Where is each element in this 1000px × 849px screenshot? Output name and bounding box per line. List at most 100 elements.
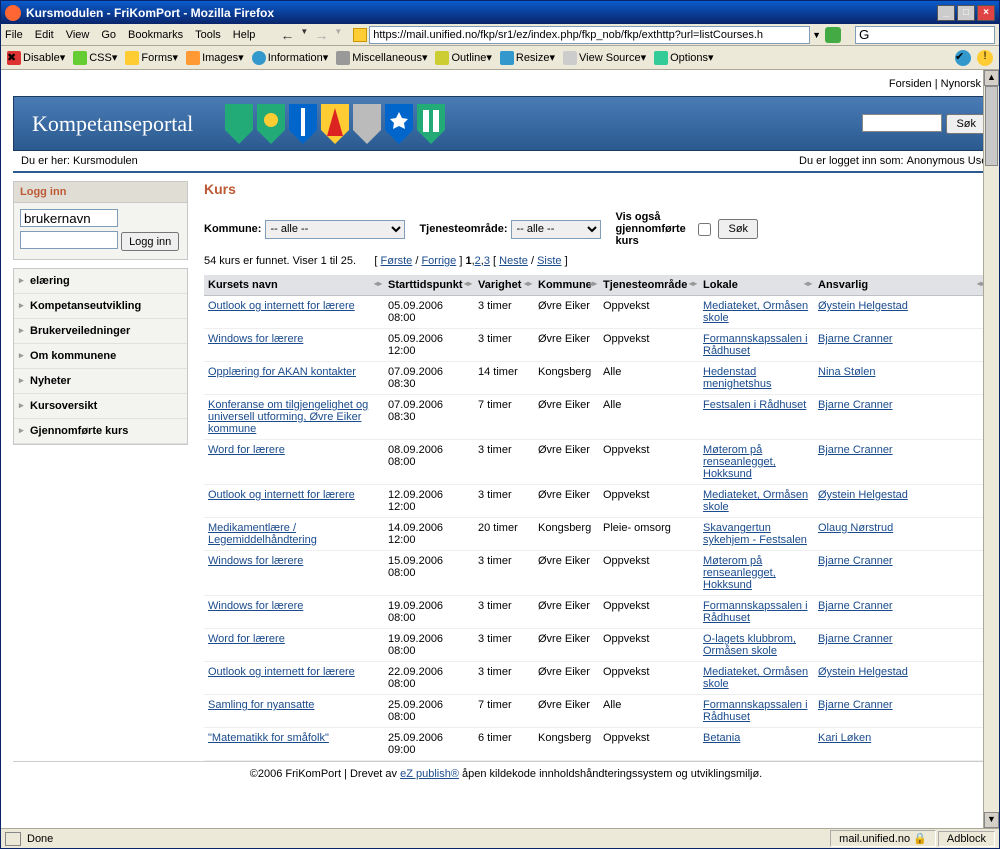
status-adblock[interactable]: Adblock bbox=[938, 831, 995, 847]
locale-link[interactable]: Formannskapssalen i Rådhuset bbox=[703, 600, 808, 624]
course-link[interactable]: Outlook og internett for lærere bbox=[208, 666, 355, 678]
page-3[interactable]: 3 bbox=[484, 255, 490, 267]
login-button[interactable]: Logg inn bbox=[121, 232, 179, 251]
course-link[interactable]: Opplæring for AKAN kontakter bbox=[208, 366, 356, 378]
dev-info-icon[interactable]: ! bbox=[977, 50, 993, 66]
forward-button[interactable]: → bbox=[314, 27, 328, 43]
dev-viewsource[interactable]: View Source▾ bbox=[563, 51, 646, 65]
page-prev[interactable]: Forrige bbox=[421, 255, 456, 267]
dev-outline[interactable]: Outline▾ bbox=[435, 51, 491, 65]
dev-css[interactable]: CSS▾ bbox=[73, 51, 117, 65]
course-link[interactable]: Outlook og internett for lærere bbox=[208, 300, 355, 312]
page-2[interactable]: 2 bbox=[475, 255, 481, 267]
course-link[interactable]: Word for lærere bbox=[208, 633, 285, 645]
header-search-input[interactable] bbox=[862, 114, 942, 132]
col-ans[interactable]: Ansvarlig◂▸ bbox=[814, 275, 987, 296]
responsible-link[interactable]: Bjarne Cranner bbox=[818, 633, 893, 645]
col-name[interactable]: Kursets navn◂▸ bbox=[204, 275, 384, 296]
header-search-button[interactable]: Søk bbox=[946, 114, 986, 134]
responsible-link[interactable]: Bjarne Cranner bbox=[818, 600, 893, 612]
course-link[interactable]: Samling for nyansatte bbox=[208, 699, 314, 711]
password-input[interactable] bbox=[20, 231, 118, 249]
locale-link[interactable]: Skavangertun sykehjem - Festsalen bbox=[703, 522, 807, 546]
locale-link[interactable]: O-lagets klubbrom, Ormåsen skole bbox=[703, 633, 796, 657]
responsible-link[interactable]: Bjarne Cranner bbox=[818, 699, 893, 711]
course-link[interactable]: Windows for lærere bbox=[208, 333, 303, 345]
responsible-link[interactable]: Kari Løken bbox=[818, 732, 871, 744]
back-button[interactable]: ← bbox=[280, 27, 294, 43]
locale-link[interactable]: Hedenstad menighetshus bbox=[703, 366, 772, 390]
sidebar-item-5[interactable]: Kursoversikt bbox=[14, 394, 187, 419]
username-input[interactable] bbox=[20, 209, 118, 227]
sidebar-item-0[interactable]: elæring bbox=[14, 269, 187, 294]
locale-link[interactable]: Festsalen i Rådhuset bbox=[703, 399, 806, 411]
menu-view[interactable]: View bbox=[66, 29, 90, 41]
url-input[interactable] bbox=[369, 26, 810, 44]
dev-resize[interactable]: Resize▾ bbox=[500, 51, 555, 65]
dev-images[interactable]: Images▾ bbox=[186, 51, 244, 65]
forward-dropdown-icon[interactable]: ▼ bbox=[334, 27, 342, 43]
maximize-button[interactable]: □ bbox=[957, 5, 975, 21]
responsible-link[interactable]: Olaug Nørstrud bbox=[818, 522, 893, 534]
scroll-up-button[interactable]: ▲ bbox=[984, 70, 999, 86]
sidebar-item-1[interactable]: Kompetanseutvikling bbox=[14, 294, 187, 319]
responsible-link[interactable]: Bjarne Cranner bbox=[818, 333, 893, 345]
course-link[interactable]: Word for lærere bbox=[208, 444, 285, 456]
tjeneste-select[interactable]: -- alle -- bbox=[511, 220, 601, 239]
menu-file[interactable]: File bbox=[5, 29, 23, 41]
kommune-select[interactable]: -- alle -- bbox=[265, 220, 405, 239]
locale-link[interactable]: Mediateket, Ormåsen skole bbox=[703, 489, 808, 513]
dev-disable[interactable]: ✖Disable▾ bbox=[7, 51, 65, 65]
locale-link[interactable]: Formannskapssalen i Rådhuset bbox=[703, 699, 808, 723]
col-lok[interactable]: Lokale◂▸ bbox=[699, 275, 814, 296]
locale-link[interactable]: Møterom på renseanlegget, Hokksund bbox=[703, 444, 776, 480]
scroll-down-button[interactable]: ▼ bbox=[984, 812, 999, 828]
link-nynorsk[interactable]: Nynorsk bbox=[941, 78, 981, 90]
dev-forms[interactable]: Forms▾ bbox=[125, 51, 178, 65]
course-link[interactable]: Outlook og internett for lærere bbox=[208, 489, 355, 501]
responsible-link[interactable]: Øystein Helgestad bbox=[818, 300, 908, 312]
menu-bookmarks[interactable]: Bookmarks bbox=[128, 29, 183, 41]
col-start[interactable]: Starttidspunkt◂▸ bbox=[384, 275, 474, 296]
responsible-link[interactable]: Bjarne Cranner bbox=[818, 444, 893, 456]
course-link[interactable]: "Matematikk for småfolk" bbox=[208, 732, 329, 744]
go-button[interactable] bbox=[825, 27, 841, 43]
link-forsiden[interactable]: Forsiden bbox=[889, 78, 932, 90]
responsible-link[interactable]: Nina Stølen bbox=[818, 366, 875, 378]
filter-search-button[interactable]: Søk bbox=[718, 219, 758, 239]
sidebar-item-2[interactable]: Brukerveiledninger bbox=[14, 319, 187, 344]
ez-link[interactable]: eZ publish® bbox=[400, 768, 459, 780]
locale-link[interactable]: Mediateket, Ormåsen skole bbox=[703, 666, 808, 690]
dev-validate-icon[interactable]: ✔ bbox=[955, 50, 971, 66]
menu-tools[interactable]: Tools bbox=[195, 29, 221, 41]
locale-link[interactable]: Formannskapssalen i Rådhuset bbox=[703, 333, 808, 357]
course-link[interactable]: Windows for lærere bbox=[208, 600, 303, 612]
sidebar-item-3[interactable]: Om kommunene bbox=[14, 344, 187, 369]
course-link[interactable]: Konferanse om tilgjengelighet og univers… bbox=[208, 399, 368, 435]
content-scrollbar[interactable]: ▲ ▼ bbox=[983, 70, 999, 828]
col-dur[interactable]: Varighet◂▸ bbox=[474, 275, 534, 296]
vis-checkbox[interactable] bbox=[698, 223, 711, 236]
page-first[interactable]: Første bbox=[381, 255, 413, 267]
url-dropdown-icon[interactable]: ▼ bbox=[812, 30, 821, 40]
locale-link[interactable]: Mediateket, Ormåsen skole bbox=[703, 300, 808, 324]
responsible-link[interactable]: Øystein Helgestad bbox=[818, 489, 908, 501]
sidebar-item-6[interactable]: Gjennomførte kurs bbox=[14, 419, 187, 444]
dev-miscellaneous[interactable]: Miscellaneous▾ bbox=[336, 51, 427, 65]
search-engine-input[interactable] bbox=[855, 26, 995, 44]
dev-options[interactable]: Options▾ bbox=[654, 51, 713, 65]
close-button[interactable]: × bbox=[977, 5, 995, 21]
page-next[interactable]: Neste bbox=[499, 255, 528, 267]
locale-link[interactable]: Møterom på renseanlegget, Hokksund bbox=[703, 555, 776, 591]
responsible-link[interactable]: Bjarne Cranner bbox=[818, 399, 893, 411]
course-link[interactable]: Medikamentlære / Legemiddelhåndtering bbox=[208, 522, 317, 546]
menu-help[interactable]: Help bbox=[233, 29, 256, 41]
minimize-button[interactable]: _ bbox=[937, 5, 955, 21]
page-last[interactable]: Siste bbox=[537, 255, 561, 267]
responsible-link[interactable]: Bjarne Cranner bbox=[818, 555, 893, 567]
sidebar-item-4[interactable]: Nyheter bbox=[14, 369, 187, 394]
menu-edit[interactable]: Edit bbox=[35, 29, 54, 41]
menu-go[interactable]: Go bbox=[101, 29, 116, 41]
responsible-link[interactable]: Øystein Helgestad bbox=[818, 666, 908, 678]
col-kom[interactable]: Kommune◂▸ bbox=[534, 275, 599, 296]
